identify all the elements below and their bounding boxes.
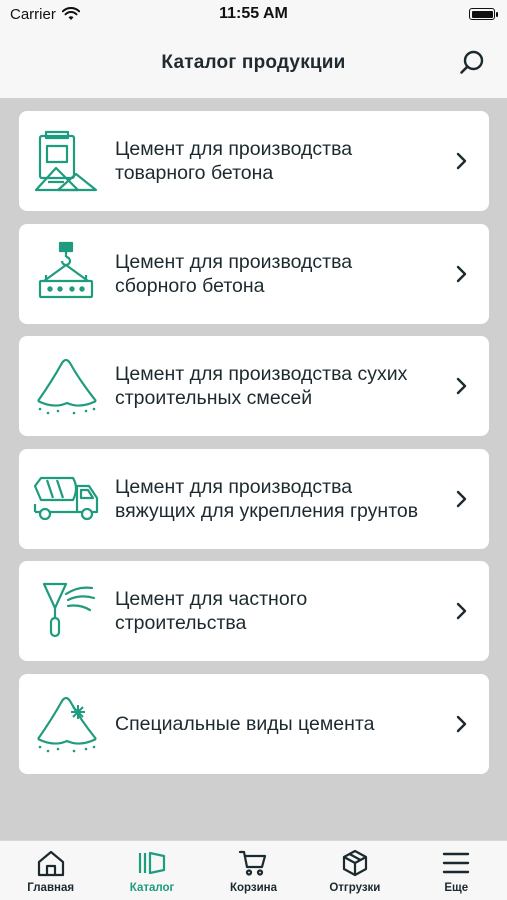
page-title: Каталог продукции: [161, 52, 346, 73]
cement-bags-icon: [34, 130, 98, 192]
tab-label: Еще: [444, 882, 469, 894]
tab-home[interactable]: Главная: [1, 841, 101, 894]
home-icon: [37, 850, 64, 877]
special-cement-icon: [37, 696, 97, 752]
tab-shipments[interactable]: Отгрузки: [305, 841, 405, 894]
tab-cart[interactable]: Корзина: [203, 841, 303, 894]
tab-label: Каталог: [129, 882, 175, 894]
tab-catalog[interactable]: Каталог: [102, 841, 202, 894]
nav-header: Каталог продукции: [0, 28, 507, 98]
concrete-mixer-truck-icon: [33, 476, 99, 520]
catalog-item-label: Специальные виды цемента: [115, 712, 375, 735]
chevron-right-icon: [456, 715, 467, 732]
chevron-right-icon: [456, 602, 467, 620]
box-icon: [342, 849, 367, 877]
carrier-label: Carrier: [10, 5, 56, 23]
menu-icon: [443, 852, 470, 874]
catalog-item-label: Цемент для производства сборного бетона: [115, 250, 353, 297]
catalog-item-label: Цемент для частного строительства: [115, 588, 308, 634]
tab-label: Корзина: [229, 882, 277, 894]
catalog-item-special-cement[interactable]: Специальные виды цемента: [19, 673, 489, 774]
catalog-item-private-construction[interactable]: Цемент для частного строительства: [19, 561, 489, 661]
status-left: Carrier: [10, 6, 80, 23]
catalog-icon: [138, 851, 166, 875]
powder-pile-icon: [37, 358, 97, 415]
search-button[interactable]: [457, 48, 487, 78]
status-bar: Carrier 11:55 AM: [0, 0, 507, 28]
catalog-item-ready-mix-concrete[interactable]: Цемент для производства товарного бетона: [19, 111, 489, 211]
catalog-item-dry-mixes[interactable]: Цемент для производства сухих строительн…: [19, 336, 489, 436]
tab-label: Главная: [27, 882, 75, 894]
trowel-icon: [42, 582, 96, 638]
cart-icon: [239, 850, 267, 876]
catalog-item-label: Цемент для производства товарного бетона: [115, 138, 353, 184]
chevron-right-icon: [456, 265, 467, 282]
catalog-item-label: Цемент для производства сухих строительн…: [115, 363, 408, 409]
catalog-item-precast-concrete[interactable]: Цемент для производства сборного бетона: [19, 223, 489, 324]
tab-more[interactable]: Еще: [406, 841, 506, 894]
catalog-item-label: Цемент для производства вяжущих для укре…: [115, 475, 419, 522]
search-icon: [460, 50, 484, 74]
crane-hook-block-icon: [38, 241, 94, 298]
chevron-right-icon: [456, 377, 467, 395]
tab-bar: Главная Каталог Корзина Отгрузки Еще: [0, 840, 507, 900]
catalog-list: Цемент для производства товарного бетона…: [19, 111, 489, 786]
catalog-item-soil-binders[interactable]: Цемент для производства вяжущих для укре…: [19, 448, 489, 549]
battery-icon: [469, 8, 498, 20]
chevron-right-icon: [456, 490, 467, 507]
tab-label: Отгрузки: [329, 882, 381, 894]
wifi-icon: [61, 7, 80, 20]
chevron-right-icon: [456, 152, 467, 170]
